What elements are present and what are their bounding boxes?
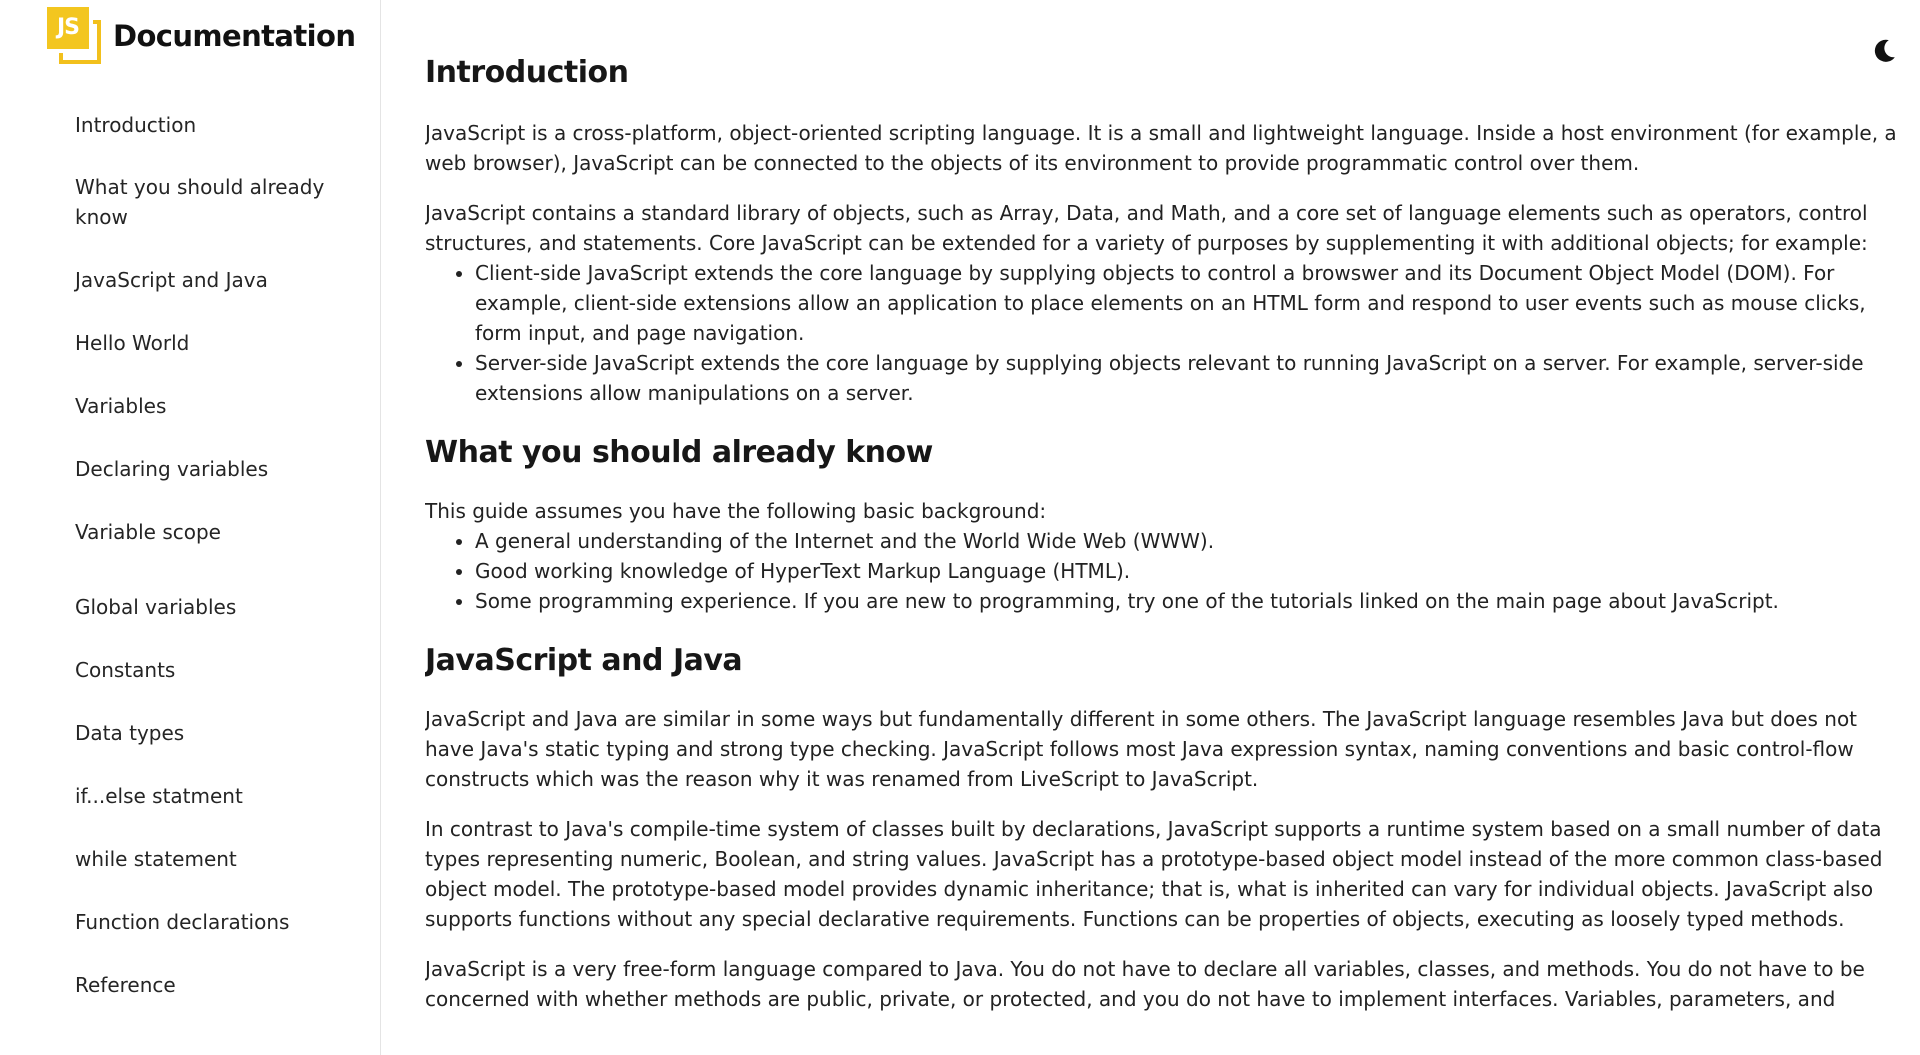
list-item: A general understanding of the Internet …: [475, 526, 1903, 556]
sidebar-item-data-types[interactable]: Data types: [75, 718, 345, 748]
sidebar-item-hello-world[interactable]: Hello World: [75, 328, 345, 358]
sidebar-item-while-statement[interactable]: while statement: [75, 844, 345, 874]
sidebar-item-what-you-should-already-know[interactable]: What you should already know: [75, 172, 345, 232]
sidebar-item-constants[interactable]: Constants: [75, 655, 345, 685]
main-content: Introduction JavaScript is a cross-platf…: [425, 50, 1903, 1055]
javascript-java-paragraph: In contrast to Java's compile-time syste…: [425, 817, 1883, 931]
sidebar-nav: Introduction What you should already kno…: [75, 110, 345, 1010]
section-title-introduction: Introduction: [425, 55, 629, 90]
introduction-paragraph: JavaScript is a cross-platform, object-o…: [425, 121, 1897, 175]
section-javascript-and-java: JavaScript and Java JavaScript and Java …: [425, 640, 1903, 1014]
section-title-javascript-and-java: JavaScript and Java: [425, 643, 743, 678]
knowledge-list: A general understanding of the Internet …: [425, 526, 1903, 616]
documentation-page: JS Documentation Introduction What you s…: [0, 0, 1920, 1055]
list-item: Client-side JavaScript extends the core …: [475, 258, 1903, 348]
javascript-logo-icon: JS: [47, 7, 107, 67]
introduction-paragraph: JavaScript contains a standard library o…: [425, 201, 1868, 255]
section-what-you-should-already-know: What you should already know This guide …: [425, 432, 1903, 616]
knowledge-paragraph: This guide assumes you have the followin…: [425, 499, 1047, 523]
sidebar-item-declaring-variables[interactable]: Declaring variables: [75, 454, 345, 484]
site-title: Documentation: [113, 18, 356, 53]
sidebar-item-variables[interactable]: Variables: [75, 391, 345, 421]
sidebar: JS Documentation Introduction What you s…: [0, 0, 381, 1055]
sidebar-item-introduction[interactable]: Introduction: [75, 110, 345, 140]
sidebar-item-function-declarations[interactable]: Function declarations: [75, 907, 345, 937]
javascript-java-paragraph: JavaScript is a very free-form language …: [425, 957, 1865, 1011]
javascript-java-paragraph: JavaScript and Java are similar in some …: [425, 707, 1858, 791]
sidebar-item-reference[interactable]: Reference: [75, 970, 345, 1000]
sidebar-item-javascript-and-java[interactable]: JavaScript and Java: [75, 265, 345, 295]
section-introduction: Introduction JavaScript is a cross-platf…: [425, 52, 1903, 408]
introduction-list: Client-side JavaScript extends the core …: [425, 258, 1903, 408]
section-title-what-you-should-already-know: What you should already know: [425, 435, 933, 470]
list-item: Good working knowledge of HyperText Mark…: [475, 556, 1903, 586]
sidebar-item-variable-scope[interactable]: Variable scope: [75, 517, 345, 547]
list-item: Some programming experience. If you are …: [475, 586, 1903, 616]
sidebar-item-if-else-statement[interactable]: if...else statment: [75, 781, 345, 811]
logo-js-badge: JS: [47, 7, 89, 49]
brand[interactable]: JS Documentation: [47, 7, 356, 67]
list-item: Server-side JavaScript extends the core …: [475, 348, 1903, 408]
sidebar-item-global-variables[interactable]: Global variables: [75, 592, 345, 622]
